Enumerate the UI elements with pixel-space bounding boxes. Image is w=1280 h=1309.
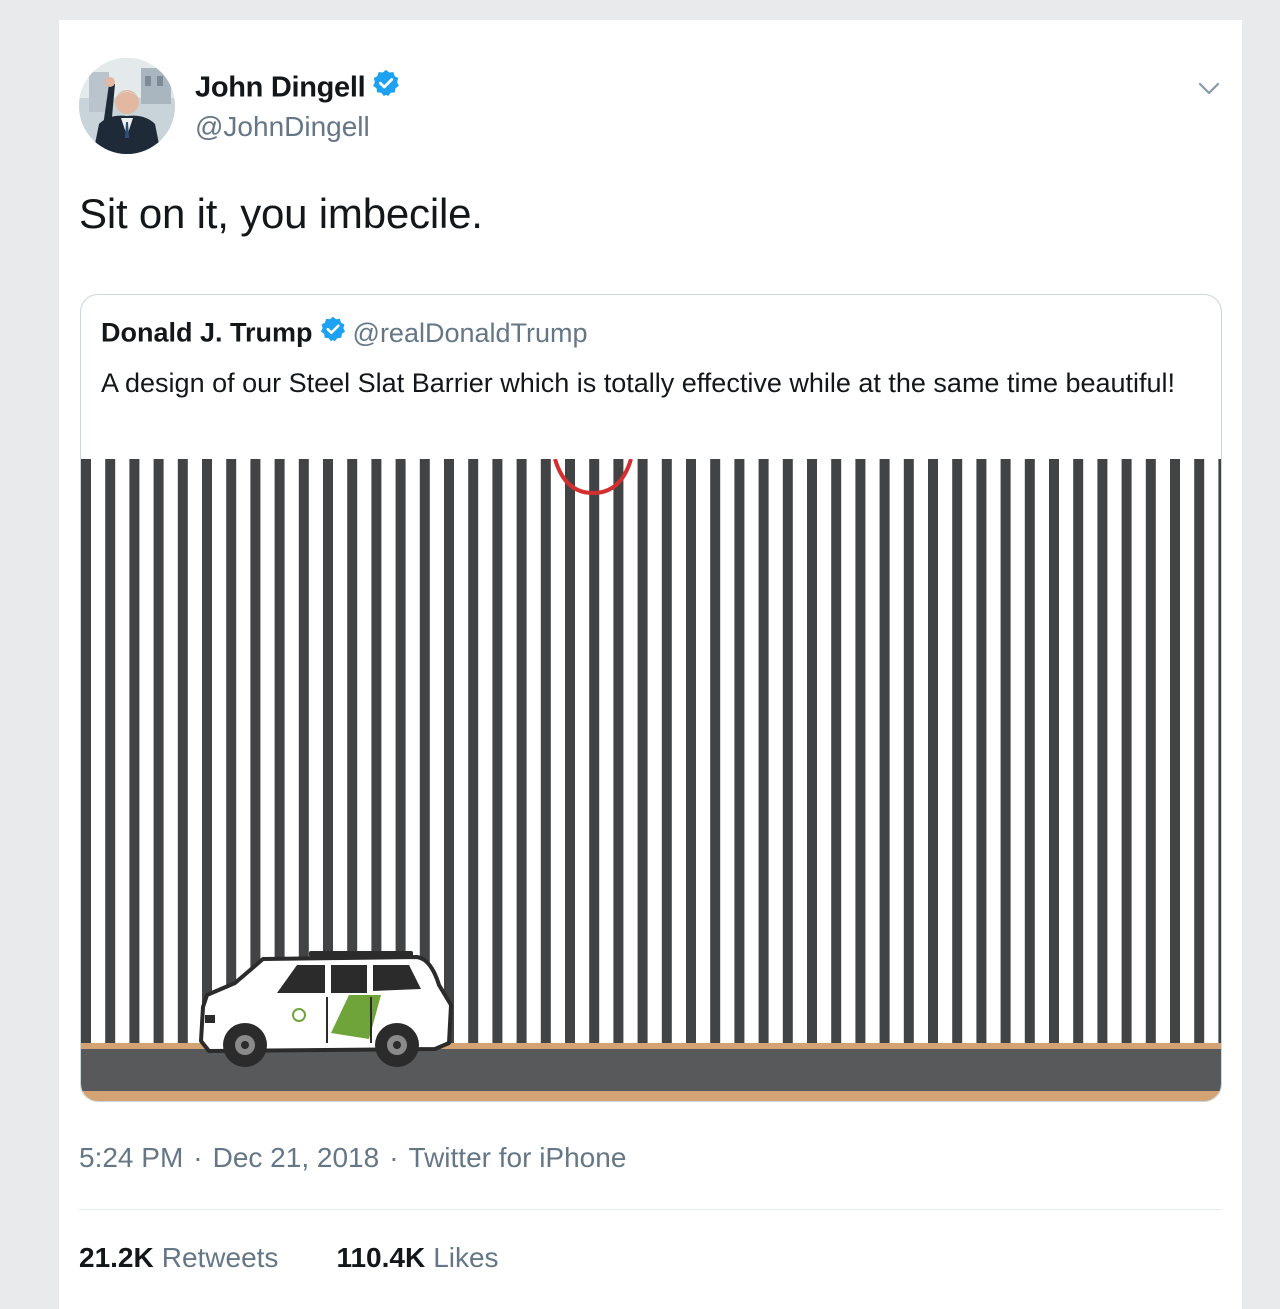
quoted-tweet-image[interactable] [81,459,1221,1101]
author-name-text: John Dingell [195,71,366,104]
tweet-stats: 21.2K Retweets 110.4K Likes [79,1242,557,1274]
tweet-source[interactable]: Twitter for iPhone [409,1142,627,1173]
tweet-date[interactable]: Dec 21, 2018 [213,1142,380,1173]
divider [79,1209,1222,1210]
author-handle[interactable]: @JohnDingell [195,111,370,143]
tweet-text: Sit on it, you imbecile. [79,190,483,237]
quoted-author-handle: @realDonaldTrump [352,317,588,348]
tweet-timestamp: 5:24 PM · Dec 21, 2018 · Twitter for iPhone [79,1142,626,1174]
likes-count: 110.4K [336,1242,426,1273]
quoted-verified-badge-icon [319,315,347,350]
retweets-count: 21.2K [79,1242,154,1273]
author-avatar[interactable] [79,58,175,154]
tweet-time[interactable]: 5:24 PM [79,1142,183,1173]
quoted-tweet[interactable]: Donald J. Trump @realDonaldTrump A design… [80,294,1222,1102]
retweets-label: Retweets [161,1242,279,1273]
author-display-name[interactable]: John Dingell [195,68,401,108]
likes-label: Likes [433,1242,499,1273]
avatar-photo [79,58,175,154]
tweet-options-chevron-down-icon[interactable] [1195,74,1223,102]
likes-stat[interactable]: 110.4K Likes [336,1242,498,1274]
meta-separator: · [389,1142,399,1173]
quoted-tweet-text: A design of our Steel Slat Barrier which… [101,368,1176,398]
tweet-card: John Dingell @JohnDingell Sit on it, you… [59,20,1242,1309]
verified-badge-icon [371,68,401,106]
meta-separator: · [193,1142,203,1173]
quoted-tweet-header: Donald J. Trump @realDonaldTrump [101,315,588,352]
retweets-stat[interactable]: 21.2K Retweets [79,1242,278,1274]
quoted-author-name: Donald J. Trump [101,317,313,348]
